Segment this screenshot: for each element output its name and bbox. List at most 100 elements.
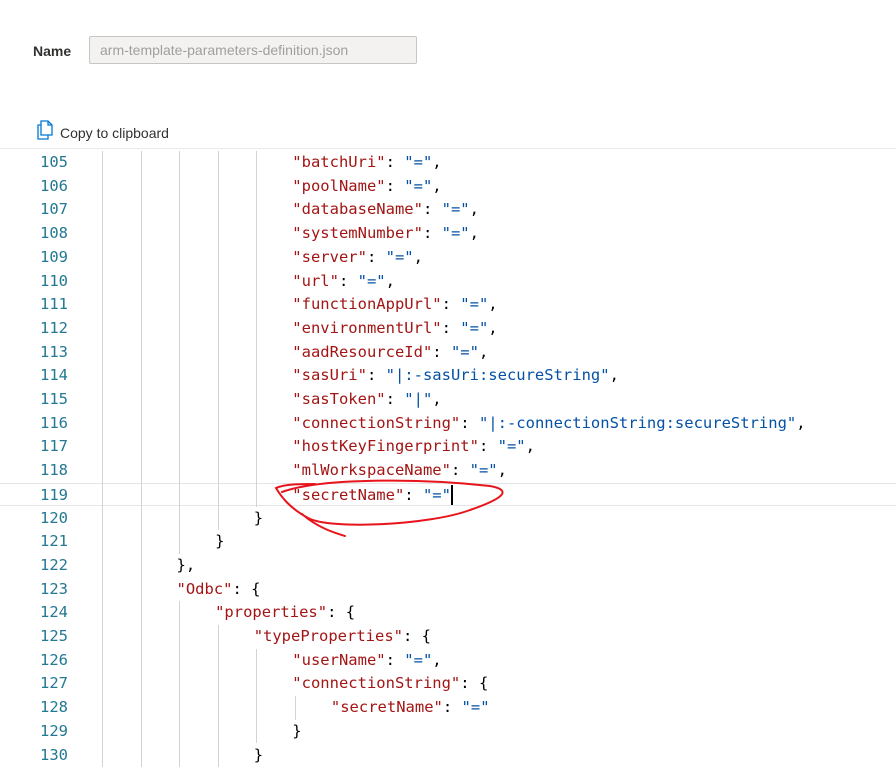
code-line[interactable]: 109 "server": "=", xyxy=(0,246,896,270)
json-string: "=" xyxy=(404,153,433,171)
json-punctuation: , xyxy=(469,224,479,243)
json-punctuation: : xyxy=(442,698,462,717)
code-text: "sasUri": "|:-sasUri:secureString", xyxy=(292,364,619,388)
code-line[interactable]: 112 "environmentUrl": "=", xyxy=(0,317,896,341)
line-number: 121 xyxy=(40,532,68,551)
json-punctuation: } xyxy=(253,508,264,527)
indent-guide xyxy=(256,648,258,744)
line-number: 110 xyxy=(40,271,68,290)
code-line[interactable]: 115 "sasToken": "|", xyxy=(0,388,896,412)
json-punctuation: , xyxy=(525,437,535,456)
code-text: "connectionString": { xyxy=(292,672,488,696)
line-number: 120 xyxy=(40,508,68,527)
code-line[interactable]: 113 "aadResourceId": "=", xyxy=(0,341,896,365)
line-number: 125 xyxy=(40,627,68,645)
code-text: "server": "=", xyxy=(292,246,423,270)
code-text: "sasToken": "|", xyxy=(292,388,441,412)
copy-to-clipboard-button[interactable]: Copy to clipboard xyxy=(36,120,169,145)
json-key: "systemNumber" xyxy=(292,224,423,243)
json-punctuation: : xyxy=(338,271,358,290)
code-line[interactable]: 128 "secretName": "=" xyxy=(0,696,896,720)
json-punctuation: : { xyxy=(460,674,489,693)
code-line[interactable]: 126 "userName": "=", xyxy=(0,649,896,673)
json-string: "=" xyxy=(441,224,470,243)
json-key: "batchUri" xyxy=(292,153,386,171)
code-line[interactable]: 127 "connectionString": { xyxy=(0,672,896,696)
json-string: "=" xyxy=(404,176,433,195)
line-number: 127 xyxy=(40,674,68,693)
json-punctuation: : xyxy=(385,153,405,171)
json-punctuation: , xyxy=(432,650,442,669)
code-line[interactable]: 121} xyxy=(0,530,896,554)
json-punctuation: }, xyxy=(176,555,196,574)
json-punctuation: : xyxy=(385,650,405,669)
code-text: "url": "=", xyxy=(292,270,395,294)
code-text: "secretName": "=" xyxy=(331,696,490,720)
code-text: "typeProperties": { xyxy=(254,625,431,649)
json-key: "properties" xyxy=(215,603,328,622)
copy-label: Copy to clipboard xyxy=(60,124,169,141)
json-string: "=" xyxy=(469,461,498,480)
line-number: 106 xyxy=(40,176,68,195)
line-number: 114 xyxy=(40,366,68,385)
code-line[interactable]: 111 "functionAppUrl": "=", xyxy=(0,293,896,317)
code-text: "batchUri": "=", xyxy=(292,151,441,175)
json-key: "sasUri" xyxy=(292,366,367,385)
code-line[interactable]: 110 "url": "=", xyxy=(0,270,896,294)
json-punctuation: : xyxy=(478,437,498,456)
code-line[interactable]: 123 "Odbc": { xyxy=(0,578,896,602)
json-punctuation: , xyxy=(413,247,423,266)
json-key: "connectionString" xyxy=(292,413,461,432)
json-punctuation: , xyxy=(432,390,442,408)
name-input[interactable] xyxy=(89,36,417,64)
code-line[interactable]: 118 "mlWorkspaceName": "=", xyxy=(0,459,896,483)
line-number: 130 xyxy=(40,745,68,764)
code-line[interactable]: 117 "hostKeyFingerprint": "=", xyxy=(0,435,896,459)
json-punctuation: : { xyxy=(232,579,261,598)
line-number: 123 xyxy=(40,579,68,598)
json-punctuation: , xyxy=(796,413,806,432)
json-punctuation: : xyxy=(385,390,405,408)
code-line[interactable]: 120} xyxy=(0,507,896,531)
json-key: "userName" xyxy=(292,650,386,669)
code-editor[interactable]: 105 "batchUri": "=", 106 "poolName": "=", 10… xyxy=(0,148,896,776)
json-punctuation: , xyxy=(488,295,498,314)
line-number: 128 xyxy=(40,698,68,717)
indent-guide xyxy=(179,601,181,768)
json-punctuation: } xyxy=(253,745,264,764)
code-line[interactable]: 114 "sasUri": "|:-sasUri:secureString", xyxy=(0,364,896,388)
json-punctuation: : { xyxy=(403,627,431,645)
json-string: "|:-connectionString:secureString" xyxy=(478,413,797,432)
code-text: "hostKeyFingerprint": "=", xyxy=(292,435,535,459)
json-punctuation: , xyxy=(469,200,479,219)
code-line[interactable]: 119 "secretName": "=" xyxy=(0,482,896,507)
code-line[interactable]: 106 "poolName": "=", xyxy=(0,175,896,199)
json-punctuation: : xyxy=(450,461,470,480)
code-line[interactable]: 129} xyxy=(0,720,896,744)
code-line[interactable]: 108 "systemNumber": "=", xyxy=(0,222,896,246)
code-line[interactable]: 107 "databaseName": "=", xyxy=(0,198,896,222)
indent-guide xyxy=(179,151,181,554)
line-number: 122 xyxy=(40,555,68,574)
code-text: } xyxy=(254,744,263,768)
json-string: "|:-sasUri:secureString" xyxy=(385,366,610,385)
json-punctuation: : xyxy=(441,295,461,314)
code-text: } xyxy=(254,507,263,531)
code-line[interactable]: 122}, xyxy=(0,554,896,578)
json-key: "server" xyxy=(292,247,367,266)
json-string: "=" xyxy=(422,485,451,504)
json-string: "=" xyxy=(461,698,490,717)
code-line[interactable]: 116 "connectionString": "|:-connectionStr… xyxy=(0,412,896,436)
code-line[interactable]: 125 "typeProperties": { xyxy=(0,625,896,649)
json-punctuation: , xyxy=(488,318,498,337)
line-number: 111 xyxy=(40,295,68,314)
code-line[interactable]: 130} xyxy=(0,744,896,768)
code-line[interactable]: 124 "properties": { xyxy=(0,601,896,625)
json-punctuation: } xyxy=(215,532,225,551)
code-text: "environmentUrl": "=", xyxy=(292,317,497,341)
code-line[interactable]: 105 "batchUri": "=", xyxy=(0,151,896,175)
json-punctuation: : xyxy=(432,342,451,361)
code-text: "connectionString": "|:-connectionString… xyxy=(292,412,805,436)
code-text: "mlWorkspaceName": "=", xyxy=(292,459,507,483)
json-punctuation: } xyxy=(292,721,302,740)
